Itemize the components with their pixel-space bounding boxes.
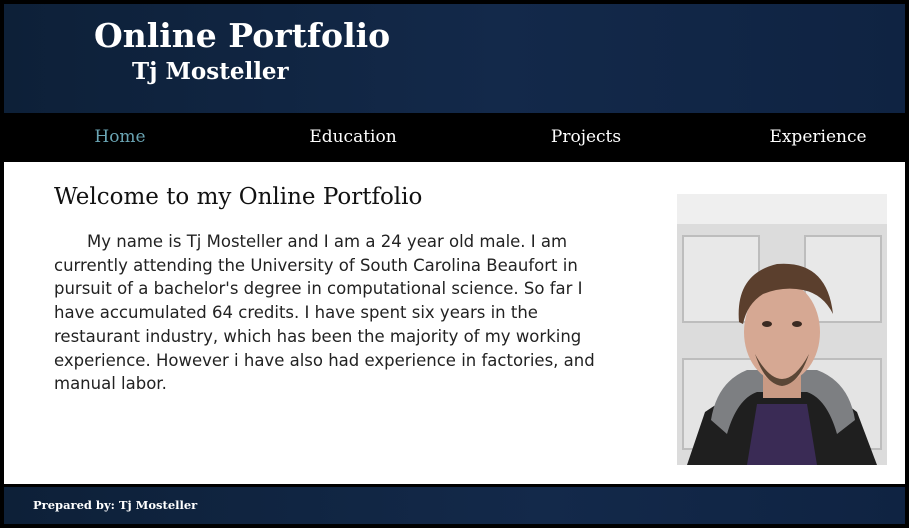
nav-item-home[interactable]: Home [20,127,220,147]
nav-item-projects[interactable]: Projects [486,127,686,147]
page-frame: Online Portfolio Tj Mosteller Home Educa… [0,0,909,528]
portrait-image [677,194,887,465]
nav-item-experience[interactable]: Experience [718,127,909,147]
main-content: Welcome to my Online Portfolio My name i… [4,162,905,484]
profile-photo [677,194,887,465]
prepared-by-text: Prepared by: Tj Mosteller [33,498,198,512]
page-heading: Welcome to my Online Portfolio [54,184,423,210]
nav-item-education[interactable]: Education [253,127,453,147]
bio-paragraph: My name is Tj Mosteller and I am a 24 ye… [54,232,595,394]
site-title: Online Portfolio [94,16,391,55]
site-subtitle: Tj Mosteller [132,58,289,85]
main-nav: Home Education Projects Experience [0,113,909,162]
site-footer: Prepared by: Tj Mosteller [4,487,905,524]
site-header: Online Portfolio Tj Mosteller [4,4,905,113]
